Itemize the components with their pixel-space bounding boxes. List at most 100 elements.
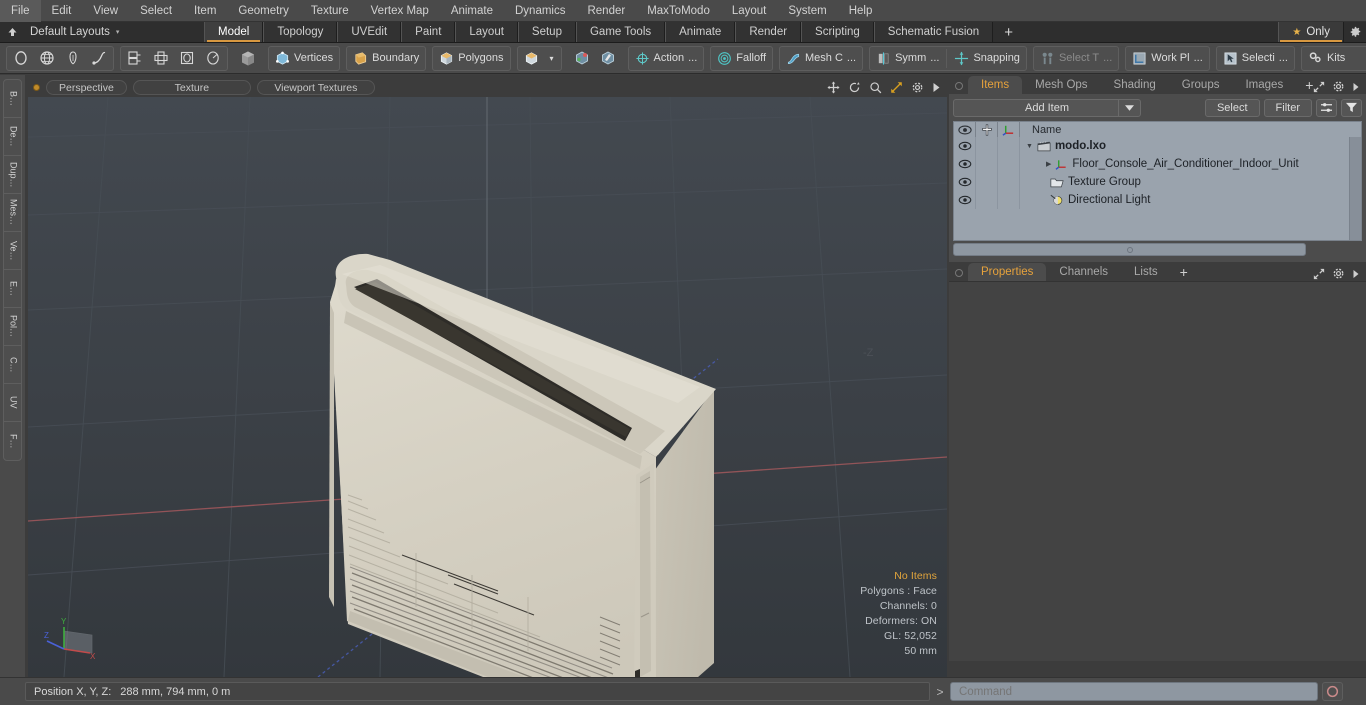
select-button[interactable]: Select [1204, 98, 1260, 117]
menu-item-edit[interactable]: Edit [41, 0, 83, 22]
tab-mesh-ops[interactable]: Mesh Ops [1022, 76, 1100, 94]
properties-add-tab-button[interactable]: + [1171, 263, 1197, 281]
tab-scripting[interactable]: Scripting [801, 22, 874, 42]
expand-panel-icon[interactable] [1313, 268, 1325, 280]
snapping-button[interactable]: Snapping [949, 47, 1025, 70]
menu-item-texture[interactable]: Texture [300, 0, 360, 22]
left-tab-basic[interactable]: B… [4, 80, 21, 118]
items-tree-horizontal-scrollbar[interactable] [953, 243, 1306, 256]
tree-expander-icon[interactable]: ▶ [1046, 160, 1051, 168]
paint-select-b-icon[interactable] [595, 47, 621, 70]
panel-more-icon[interactable] [1352, 269, 1360, 279]
tab-items[interactable]: Items [968, 76, 1023, 94]
row-transform-cell[interactable] [998, 173, 1020, 191]
left-tab-duplicate[interactable]: Dup… [4, 156, 21, 194]
menu-item-select[interactable]: Select [129, 0, 183, 22]
table-row[interactable]: ▶ Floor_Console_Air_Conditioner_Indoor_U… [954, 155, 1361, 173]
default-layouts-selector[interactable]: Default Layouts ▾ [24, 22, 204, 42]
add-tab-button[interactable]: + [993, 22, 1024, 42]
add-item-dropdown-icon[interactable] [1118, 99, 1140, 116]
column-name-header[interactable]: Name [1020, 122, 1361, 138]
menu-item-render[interactable]: Render [576, 0, 636, 22]
row-name-cell[interactable]: Directional Light [1020, 194, 1361, 206]
ellipse-icon[interactable] [8, 47, 34, 70]
column-lock-cross-icon[interactable] [976, 121, 998, 138]
row-visibility-eye-icon[interactable] [954, 191, 976, 209]
menu-item-file[interactable]: File [0, 0, 41, 22]
left-tab-deform[interactable]: De… [4, 118, 21, 156]
left-tab-vertex[interactable]: Ve… [4, 232, 21, 270]
action-center-inner[interactable]: Action ... [630, 47, 703, 70]
left-tab-fusion[interactable]: F… [4, 422, 21, 460]
tab-render[interactable]: Render [735, 22, 802, 42]
viewport-projection-selector[interactable]: Perspective [46, 80, 127, 95]
selection-set-button[interactable]: Selecti ... [1215, 45, 1295, 71]
panel-gear-icon[interactable] [1332, 267, 1345, 280]
tab-model[interactable]: Model [204, 22, 264, 42]
zoom-view-icon[interactable] [869, 81, 882, 94]
menu-item-layout[interactable]: Layout [721, 0, 778, 22]
row-visibility-eye-icon[interactable] [954, 137, 976, 155]
tab-groups[interactable]: Groups [1169, 76, 1233, 94]
viewport-3d-canvas[interactable]: -Z Y X Z No Items Polygons : Face Channe… [28, 97, 947, 677]
tab-topology[interactable]: Topology [263, 22, 338, 42]
duplicate-icon[interactable] [122, 47, 148, 70]
square-select-icon[interactable] [174, 47, 200, 70]
left-tab-edge[interactable]: E… [4, 270, 21, 308]
curve-icon[interactable] [86, 47, 112, 70]
tab-paint[interactable]: Paint [401, 22, 456, 42]
menu-item-animate[interactable]: Animate [440, 0, 504, 22]
row-transform-cell[interactable] [998, 155, 1020, 173]
move-view-icon[interactable] [827, 81, 840, 94]
center-icon[interactable] [148, 47, 174, 70]
panel-gear-icon[interactable] [1332, 80, 1345, 93]
record-circle-icon[interactable] [1322, 682, 1343, 701]
viewport-gear-icon[interactable] [911, 81, 924, 94]
menu-item-system[interactable]: System [777, 0, 837, 22]
row-lock-cell[interactable] [976, 155, 998, 173]
boundary-mode-inner[interactable]: Boundary [348, 47, 424, 70]
kits-button[interactable]: Kits [1300, 45, 1366, 71]
tab-setup[interactable]: Setup [517, 22, 576, 42]
row-transform-cell[interactable] [998, 191, 1020, 209]
row-lock-cell[interactable] [976, 137, 998, 155]
cube-icon[interactable] [235, 47, 261, 70]
work-plane-button[interactable]: Work Pl ... [1125, 45, 1210, 71]
left-tab-polygon[interactable]: Pol… [4, 308, 21, 346]
left-tab-uv[interactable]: UV [4, 384, 21, 422]
row-visibility-eye-icon[interactable] [954, 155, 976, 173]
tab-schematic-fusion[interactable]: Schematic Fusion [873, 22, 994, 42]
polygons-mode-inner[interactable]: Polygons [434, 47, 508, 70]
properties-panel-body[interactable] [949, 281, 1366, 661]
polygons-mode-button[interactable]: Polygons [432, 45, 511, 71]
menu-item-help[interactable]: Help [838, 0, 884, 22]
row-lock-cell[interactable] [976, 191, 998, 209]
tab-uvedit[interactable]: UVEdit [337, 22, 402, 42]
symmetry-button[interactable]: Symm ... [871, 47, 944, 70]
items-tree-body[interactable]: ▼ modo.lxo ▶ Floor_Console_Air_Condition… [953, 137, 1362, 241]
menu-item-vertex-map[interactable]: Vertex Map [360, 0, 440, 22]
boundary-mode-button[interactable]: Boundary [346, 45, 427, 71]
menu-item-view[interactable]: View [82, 0, 129, 22]
row-name-cell[interactable]: ▼ modo.lxo [1020, 140, 1361, 152]
viewport-more-icon[interactable] [932, 82, 941, 93]
scrollbar-knob[interactable] [1126, 246, 1133, 253]
select-through-inner[interactable]: Select T ... [1035, 47, 1117, 70]
viewport-textures-selector[interactable]: Viewport Textures [256, 80, 375, 95]
row-lock-cell[interactable] [976, 173, 998, 191]
fit-view-icon[interactable] [890, 81, 903, 94]
left-tab-curve[interactable]: C… [4, 346, 21, 384]
table-row[interactable]: ▼ modo.lxo [954, 137, 1361, 155]
row-visibility-eye-icon[interactable] [954, 173, 976, 191]
falloff-inner[interactable]: Falloff [712, 47, 771, 70]
items-panel-dot[interactable] [955, 82, 963, 90]
tab-game-tools[interactable]: Game Tools [575, 22, 666, 42]
menu-item-maxtomodo[interactable]: MaxToModo [636, 0, 721, 22]
menu-item-dynamics[interactable]: Dynamics [504, 0, 576, 22]
row-name-cell[interactable]: Texture Group [1020, 176, 1361, 188]
column-transform-axis-icon[interactable] [998, 121, 1020, 138]
panel-more-icon[interactable] [1352, 82, 1360, 92]
paint-select-a-icon[interactable] [569, 47, 595, 70]
item-mode-caret-icon[interactable]: ▾ [544, 47, 560, 70]
table-row[interactable]: Directional Light [954, 191, 1361, 209]
